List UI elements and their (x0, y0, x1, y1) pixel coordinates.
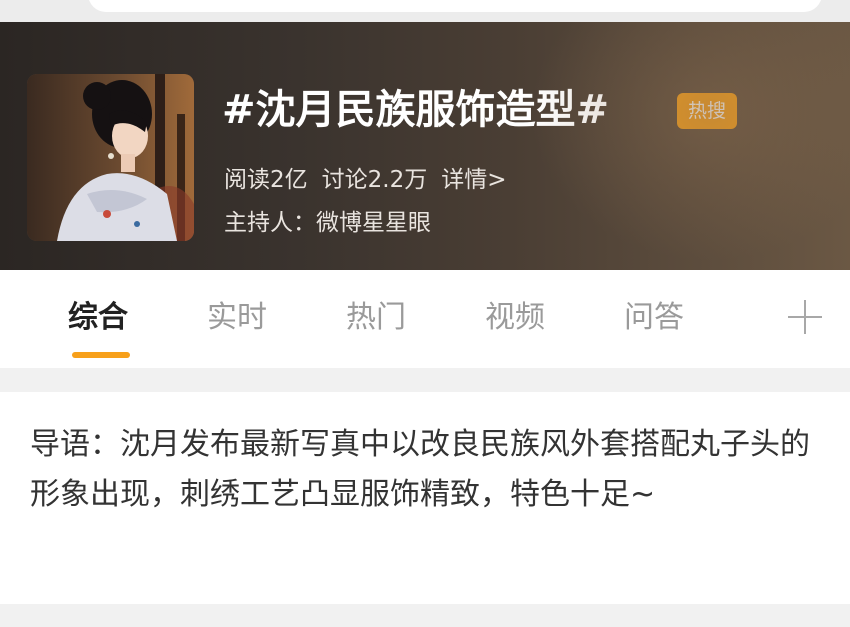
read-count: 阅读2亿 (224, 167, 308, 193)
search-input[interactable] (88, 0, 822, 12)
topic-stats: 阅读2亿 讨论2.2万 详情> (224, 164, 507, 196)
search-bar-strip (0, 0, 850, 22)
topic-host: 主持人：微博星星眼 (224, 210, 431, 236)
tab-comprehensive[interactable]: 综合 (68, 298, 128, 338)
tab-hot[interactable]: 热门 (346, 298, 406, 338)
lead-card: 导语：沈月发布最新写真中以改良民族风外套搭配丸子头的形象出现，刺绣工艺凸显服饰精… (0, 392, 850, 604)
topic-cover-image[interactable] (27, 74, 194, 241)
lead-text: 导语：沈月发布最新写真中以改良民族风外套搭配丸子头的形象出现，刺绣工艺凸显服饰精… (30, 427, 810, 512)
topic-header: #沈月民族服饰造型# 热搜 阅读2亿 讨论2.2万 详情> 主持人：微博星星眼 (0, 22, 850, 270)
tab-video[interactable]: 视频 (485, 298, 545, 338)
tab-realtime[interactable]: 实时 (207, 298, 267, 338)
topic-tabs: 综合 实时 热门 视频 问答 (0, 270, 850, 368)
topic-title: #沈月民族服饰造型# (222, 87, 610, 133)
active-tab-indicator (72, 352, 130, 358)
discussion-count: 讨论2.2万 (321, 167, 428, 193)
plus-icon[interactable] (788, 300, 822, 334)
details-link[interactable]: 详情> (441, 167, 506, 193)
hot-search-badge: 热搜 (677, 93, 737, 129)
cover-photo (27, 74, 194, 241)
tab-qa[interactable]: 问答 (624, 298, 684, 338)
